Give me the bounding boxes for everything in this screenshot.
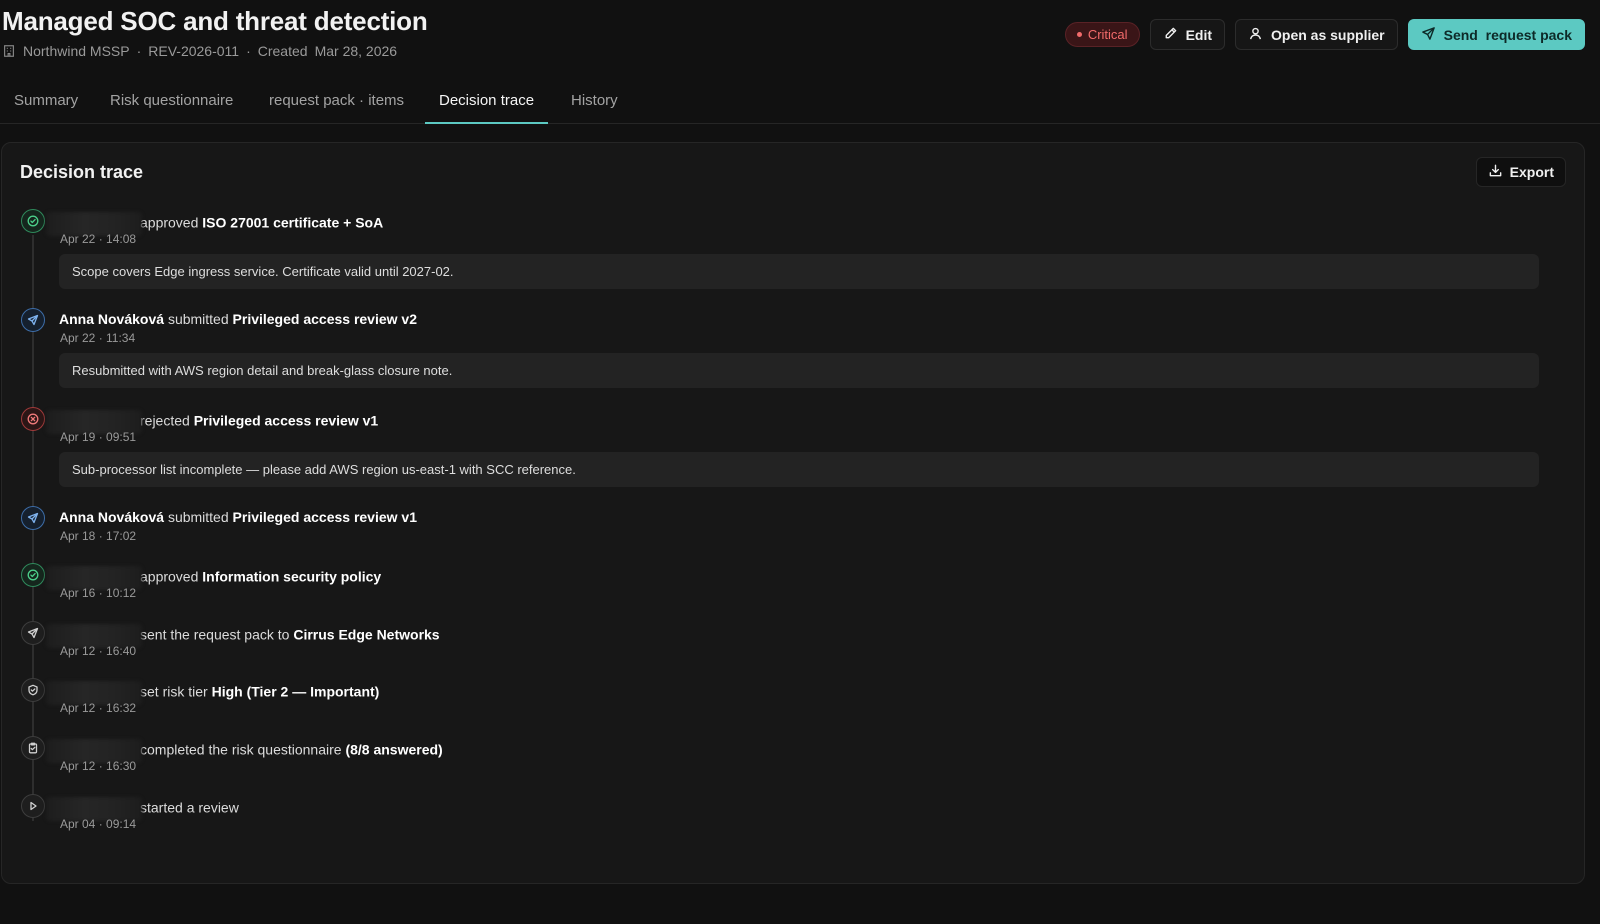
event-verb: approved xyxy=(140,568,199,585)
event-object: Privileged access review v2 xyxy=(232,311,417,327)
send-icon xyxy=(1421,26,1436,44)
open-as-supplier-label: Open as supplier xyxy=(1271,26,1385,43)
decision-trace-card: Decision trace Export approved ISO 27001… xyxy=(1,142,1585,884)
event-description: Anna Nováková submitted Privileged acces… xyxy=(59,311,417,327)
building-icon xyxy=(2,44,16,58)
page-meta: Northwind MSSP · REV-2026-011 · Created … xyxy=(2,43,397,59)
event-timestamp: Apr 12 · 16:30 xyxy=(60,759,137,773)
user-icon xyxy=(1248,26,1263,44)
event-actor: Anna Nováková xyxy=(59,509,165,525)
tab-summary[interactable]: Summary xyxy=(0,84,92,124)
event-note: Resubmitted with AWS region detail and b… xyxy=(59,353,1539,388)
event-verb: sent the request pack to xyxy=(140,626,290,643)
event-verb: submitted xyxy=(167,311,229,327)
clipboard-check-icon xyxy=(21,736,45,760)
page-header: Managed SOC and threat detection Northwi… xyxy=(0,0,1600,70)
send-request-pack-label: Send request pack xyxy=(1443,26,1572,43)
event-timestamp: Apr 16 · 10:12 xyxy=(60,586,137,600)
check-circle-icon xyxy=(21,563,45,587)
send-icon xyxy=(21,506,45,530)
event-timestamp: Apr 12 · 16:32 xyxy=(60,701,137,715)
header-actions: Critical Edit Open as supplier Send requ… xyxy=(1064,19,1585,50)
event-note: Scope covers Edge ingress service. Certi… xyxy=(59,254,1539,289)
event-timestamp: Apr 04 · 09:14 xyxy=(60,817,137,831)
event-object: (8/8 answered) xyxy=(345,741,443,758)
event-verb: rejected xyxy=(140,412,190,429)
check-circle-icon xyxy=(21,209,45,233)
export-label: Export xyxy=(1509,164,1554,180)
tab-risk-questionnaire[interactable]: Risk questionnaire xyxy=(96,84,247,124)
shield-icon xyxy=(21,678,45,702)
edit-button[interactable]: Edit xyxy=(1149,19,1226,50)
event-object: Cirrus Edge Networks xyxy=(293,626,440,643)
edit-label: Edit xyxy=(1185,26,1213,43)
event-timestamp: Apr 19 · 09:51 xyxy=(60,430,137,444)
tab-history[interactable]: History xyxy=(557,84,632,124)
created-label: Created xyxy=(257,43,308,59)
x-circle-icon xyxy=(21,407,45,431)
event-actor: Anna Nováková xyxy=(59,311,165,327)
event-object: Information security policy xyxy=(202,568,382,585)
event-verb: submitted xyxy=(167,509,229,525)
play-icon xyxy=(21,794,45,818)
page-title: Managed SOC and threat detection xyxy=(2,6,428,36)
meta-separator: · xyxy=(136,43,142,59)
card-title: Decision trace xyxy=(20,162,144,182)
event-timestamp: Apr 22 · 14:08 xyxy=(60,232,137,246)
event-description: Anna Nováková submitted Privileged acces… xyxy=(59,509,417,525)
severity-label: Critical xyxy=(1087,27,1128,42)
event-verb: set risk tier xyxy=(140,683,208,700)
meta-separator: · xyxy=(246,43,251,59)
open-as-supplier-button[interactable]: Open as supplier xyxy=(1235,19,1398,50)
event-timestamp: Apr 22 · 11:34 xyxy=(60,331,136,345)
event-object: ISO 27001 certificate + SoA xyxy=(202,214,384,231)
org-name: Northwind MSSP xyxy=(23,43,130,59)
event-timestamp: Apr 18 · 17:02 xyxy=(60,529,137,543)
pencil-icon xyxy=(1163,26,1178,44)
event-verb: approved xyxy=(140,214,199,231)
created-date: Mar 28, 2026 xyxy=(314,43,398,59)
review-ref: REV-2026-011 xyxy=(148,43,240,59)
tab-request-pack-items[interactable]: request pack · items xyxy=(255,84,418,124)
download-icon xyxy=(1488,163,1503,181)
event-object: High (Tier 2 — Important) xyxy=(211,683,380,700)
event-verb: completed the risk questionnaire xyxy=(140,741,342,758)
severity-badge: Critical xyxy=(1064,22,1140,47)
send-request-pack-button[interactable]: Send request pack xyxy=(1407,19,1585,50)
export-button[interactable]: Export xyxy=(1475,157,1566,187)
event-object: Privileged access review v1 xyxy=(232,509,417,525)
send-icon xyxy=(21,621,45,645)
severity-dot xyxy=(1076,32,1082,37)
send-icon xyxy=(21,308,45,332)
event-object: Privileged access review v1 xyxy=(193,412,379,429)
tab-bar: Summary Risk questionnaire request pack … xyxy=(0,84,1600,124)
event-timestamp: Apr 12 · 16:40 xyxy=(60,644,137,658)
event-note: Sub-processor list incomplete — please a… xyxy=(59,452,1539,487)
tab-decision-trace[interactable]: Decision trace xyxy=(425,84,549,124)
event-verb: started a review xyxy=(140,799,239,816)
